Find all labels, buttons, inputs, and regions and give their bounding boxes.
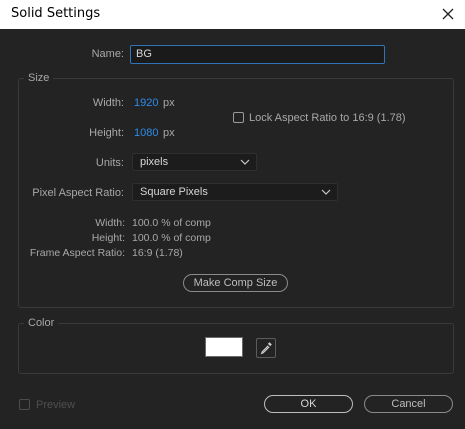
color-swatch[interactable]: [205, 337, 243, 357]
info-height-label: Height:: [91, 232, 125, 244]
ok-button[interactable]: OK: [264, 395, 353, 413]
name-label: Name:: [91, 48, 124, 60]
chevron-down-icon: [240, 159, 250, 165]
width-value[interactable]: 1920: [134, 97, 158, 109]
size-group-label: Size: [24, 72, 54, 84]
pixel-aspect-dropdown[interactable]: Square Pixels: [132, 183, 338, 201]
info-width-value: 100.0 % of comp: [132, 217, 211, 229]
lock-aspect-checkbox[interactable]: [233, 112, 244, 123]
title-bar: Solid Settings: [0, 0, 465, 29]
info-width-label: Width:: [95, 217, 125, 229]
info-frame-aspect-label: Frame Aspect Ratio:: [29, 247, 125, 259]
name-input[interactable]: BG: [130, 45, 385, 64]
cancel-button[interactable]: Cancel: [364, 395, 453, 413]
units-value: pixels: [140, 156, 169, 168]
height-value[interactable]: 1080: [134, 127, 158, 139]
width-unit: px: [163, 97, 175, 109]
pixel-aspect-value: Square Pixels: [140, 186, 208, 198]
chevron-down-icon: [321, 189, 331, 195]
preview-label[interactable]: Preview: [36, 399, 75, 411]
color-group-label: Color: [24, 317, 59, 329]
width-label: Width:: [92, 97, 124, 109]
units-label: Units:: [95, 157, 124, 169]
units-dropdown[interactable]: pixels: [132, 153, 257, 171]
pixel-aspect-label: Pixel Aspect Ratio:: [32, 187, 124, 199]
lock-aspect-label[interactable]: Lock Aspect Ratio to 16:9 (1.78): [249, 112, 406, 124]
height-label: Height:: [89, 127, 124, 139]
eyedropper-icon[interactable]: [256, 338, 276, 358]
info-frame-aspect-value: 16:9 (1.78): [132, 247, 183, 259]
height-unit: px: [163, 127, 175, 139]
info-height-value: 100.0 % of comp: [132, 232, 211, 244]
preview-checkbox[interactable]: [19, 399, 30, 410]
make-comp-size-button[interactable]: Make Comp Size: [183, 274, 288, 292]
window-title: Solid Settings: [11, 6, 101, 21]
close-icon[interactable]: [437, 3, 459, 25]
